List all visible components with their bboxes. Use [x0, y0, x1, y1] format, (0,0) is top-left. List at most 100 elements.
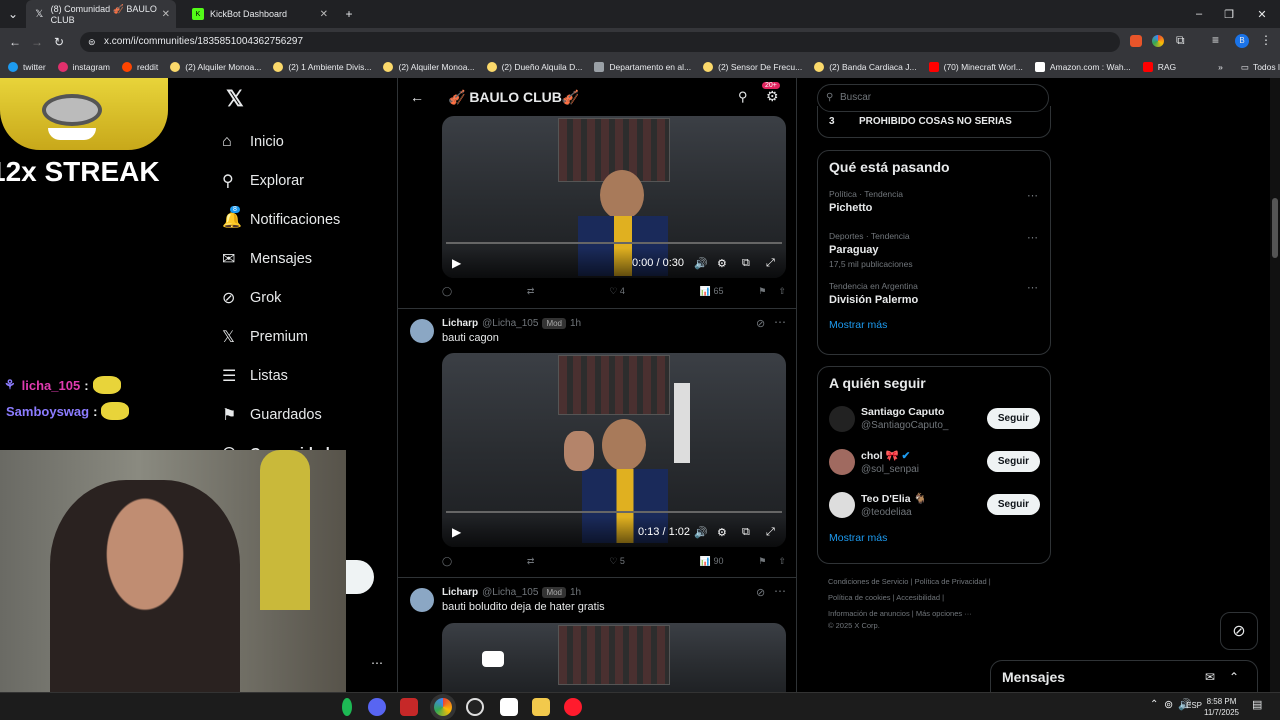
volume-icon[interactable]: 🔊 — [694, 526, 708, 539]
bookmark-item[interactable]: (2) Sensor De Frecu... — [703, 62, 802, 72]
author-name[interactable]: Licharp — [442, 587, 478, 598]
nav-item-notificaciones[interactable]: 🔔 8 Notificaciones — [222, 200, 392, 239]
author-handle[interactable]: @Licha_105 — [482, 318, 538, 329]
footer-link[interactable]: Accesibilidad — [896, 593, 940, 602]
views-count[interactable]: 📊 65 — [700, 286, 724, 297]
reply-icon[interactable]: ◯ — [442, 556, 452, 567]
bookmark-item[interactable]: (2) Banda Cardiaca J... — [814, 62, 917, 72]
play-icon[interactable]: ▶ — [452, 256, 461, 270]
bookmark-item[interactable]: RAG — [1142, 62, 1176, 72]
grok-floating-button[interactable]: ⊘ — [1220, 612, 1258, 650]
bookmark-icon[interactable]: ⚑ — [758, 556, 766, 567]
close-tab-icon[interactable]: ✕ — [162, 9, 170, 20]
post-age[interactable]: 1h — [570, 318, 581, 329]
footer-link[interactable]: Política de Privacidad — [915, 577, 987, 586]
bookmark-item[interactable]: (2) 1 Ambiente Divis... — [273, 62, 371, 72]
bookmark-item[interactable]: instagram — [57, 62, 110, 72]
opera-icon[interactable] — [564, 698, 582, 716]
back-arrow-icon[interactable]: ← — [410, 89, 424, 105]
settings-gear-icon[interactable]: ⚙ — [766, 88, 779, 105]
show-more-link[interactable]: Mostrar más — [818, 526, 1050, 550]
discord-icon[interactable] — [368, 698, 386, 716]
views-count[interactable]: 📊 90 — [700, 556, 724, 567]
pip-icon[interactable]: ⧉ — [742, 257, 750, 270]
close-tab-icon[interactable]: ✕ — [320, 9, 328, 20]
share-icon[interactable]: ⇧ — [778, 556, 786, 567]
more-options-icon[interactable]: ⋯ — [1027, 189, 1038, 202]
tray-overflow-icon[interactable]: ⌃ — [1150, 699, 1158, 710]
notifications-icon[interactable]: ▤ — [1252, 698, 1262, 711]
spotify-icon[interactable] — [342, 698, 352, 716]
grok-explain-icon[interactable]: ⊘ — [756, 586, 765, 599]
share-icon[interactable]: ⇧ — [778, 286, 786, 297]
forward-icon[interactable]: → — [26, 35, 48, 49]
minimize-icon[interactable]: – — [1184, 8, 1214, 20]
trend-item[interactable]: Deportes · Tendencia Paraguay 17,5 mil p… — [818, 221, 1050, 273]
bookmark-item[interactable]: (70) Minecraft Worl... — [928, 62, 1023, 72]
app-icon[interactable] — [400, 698, 418, 716]
tab-kickbot[interactable]: K KickBot Dashboard ✕ — [184, 0, 334, 28]
follow-button[interactable]: Seguir — [986, 408, 1040, 429]
expand-icon[interactable]: ⌃ — [1229, 670, 1239, 684]
video-player[interactable] — [442, 623, 786, 692]
bookmark-item[interactable]: (2) Dueño Alquila D... — [486, 62, 582, 72]
follow-suggestion[interactable]: Santiago Caputo @SantiagoCaputo_ Seguir — [818, 397, 1050, 440]
like-button[interactable]: ♡ 4 — [609, 286, 625, 297]
extensions-puzzle-icon[interactable]: ⧉ — [1176, 33, 1185, 48]
messages-drawer[interactable]: Mensajes ✉ ⌃ — [990, 660, 1258, 692]
bookmark-item[interactable]: (2) Alquiler Monoa... — [170, 62, 261, 72]
repost-icon[interactable]: ⇄ — [527, 556, 535, 567]
footer-link[interactable]: Más opciones ··· — [916, 609, 972, 618]
nav-item-grok[interactable]: ⊘ Grok — [222, 278, 392, 317]
avatar[interactable] — [829, 448, 855, 475]
extension-icon[interactable] — [1152, 35, 1164, 47]
search-icon[interactable]: ⚲ — [738, 89, 748, 105]
nav-item-guardados[interactable]: ⚑ Guardados — [222, 395, 392, 434]
back-icon[interactable]: ← — [4, 35, 26, 49]
all-bookmarks-folder[interactable]: ▭Todos los marcadores — [1241, 62, 1280, 73]
like-button[interactable]: ♡ 5 — [609, 556, 625, 567]
avatar[interactable] — [829, 405, 855, 432]
footer-link[interactable]: Condiciones de Servicio — [828, 577, 908, 586]
restore-icon[interactable]: ❐ — [1214, 8, 1244, 21]
bookmark-item[interactable]: reddit — [122, 62, 158, 72]
app-icon[interactable] — [500, 698, 518, 716]
side-nav-post-button[interactable] — [346, 560, 374, 594]
more-options-icon[interactable]: ⋯ — [774, 315, 786, 329]
footer-link[interactable]: Política de cookies — [828, 593, 891, 602]
nav-item-inicio[interactable]: ⌂ Inicio — [222, 122, 392, 161]
network-icon[interactable]: ⊚ — [1164, 698, 1173, 711]
avatar[interactable] — [410, 319, 434, 343]
settings-icon[interactable]: ⚙ — [717, 526, 727, 539]
fullscreen-icon[interactable]: ⤢ — [766, 257, 775, 270]
follow-suggestion[interactable]: Teo D'Elia 🐐 @teodeliaa Seguir — [818, 483, 1050, 526]
author-name[interactable]: Licharp — [442, 318, 478, 329]
obs-icon[interactable] — [466, 698, 484, 716]
extension-icon[interactable] — [1130, 35, 1142, 47]
follow-button[interactable]: Seguir — [986, 494, 1040, 515]
nav-item-listas[interactable]: ☰ Listas — [222, 356, 392, 395]
clock[interactable]: 8:58 PM 11/7/2025 — [1204, 696, 1239, 718]
reply-icon[interactable]: ◯ — [442, 286, 452, 297]
bookmark-item[interactable]: Departamento en al... — [594, 62, 691, 72]
post-age[interactable]: 1h — [570, 587, 581, 598]
avatar[interactable] — [410, 588, 434, 612]
author-handle[interactable]: @Licha_105 — [482, 587, 538, 598]
grok-explain-icon[interactable]: ⊘ — [756, 317, 765, 330]
reload-icon[interactable]: ↻ — [48, 35, 70, 49]
media-icon[interactable]: ≡ — [1212, 33, 1219, 47]
follow-suggestion[interactable]: chol 🎀 ✔ @sol_senpai Seguir — [818, 440, 1050, 483]
menu-kebab-icon[interactable]: ⋮ — [1260, 33, 1272, 47]
nav-item-explorar[interactable]: ⚲ Explorar — [222, 161, 392, 200]
x-logo-icon[interactable]: 𝕏 — [222, 78, 392, 122]
video-progress-bar[interactable] — [446, 242, 782, 244]
file-explorer-icon[interactable] — [532, 698, 550, 716]
bookmark-item[interactable]: Amazon.com : Wah... — [1034, 62, 1131, 72]
pip-icon[interactable]: ⧉ — [742, 526, 750, 539]
fullscreen-icon[interactable]: ⤢ — [766, 526, 775, 539]
video-progress-bar[interactable] — [446, 511, 782, 513]
trend-item[interactable]: Tendencia en Argentina División Palermo … — [818, 271, 1050, 323]
close-window-icon[interactable]: ✕ — [1244, 8, 1280, 21]
follow-button[interactable]: Seguir — [986, 451, 1040, 472]
bookmark-icon[interactable]: ⚑ — [758, 286, 766, 297]
